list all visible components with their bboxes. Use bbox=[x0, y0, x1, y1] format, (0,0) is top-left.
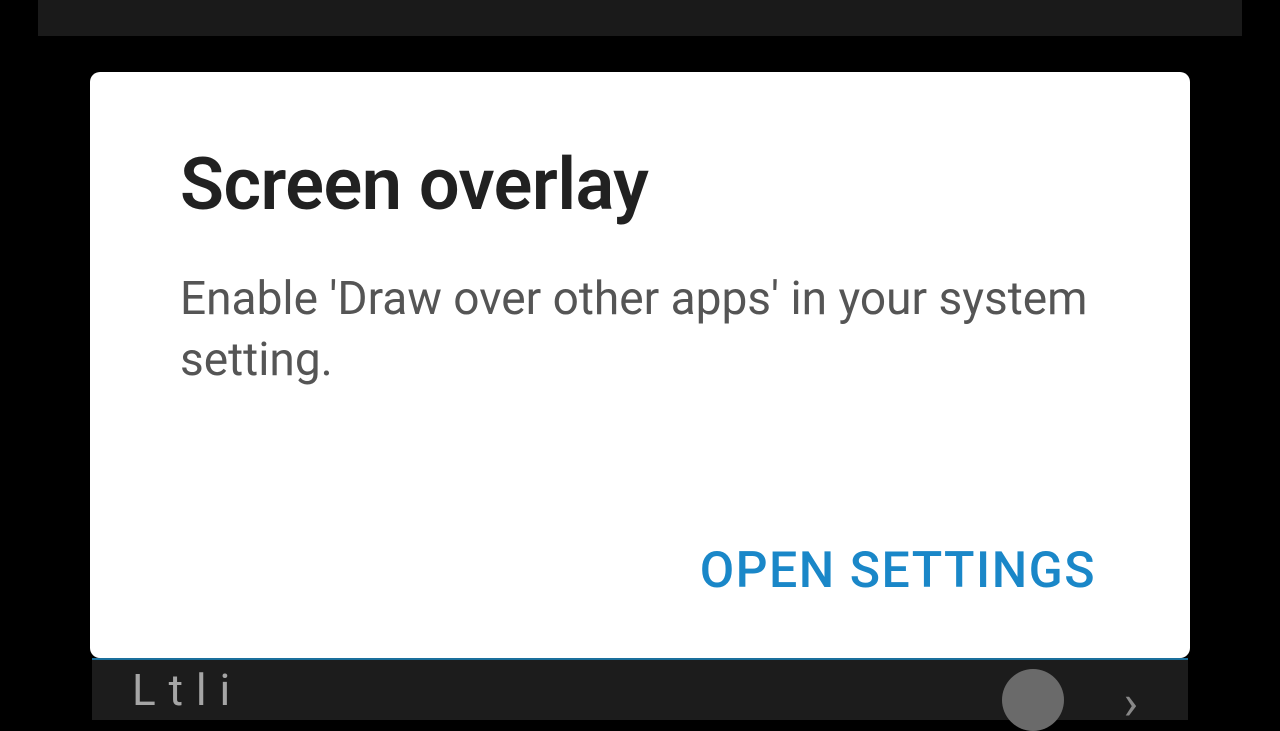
dialog-message: Enable 'Draw over other apps' in your sy… bbox=[180, 269, 1100, 504]
open-settings-button[interactable]: OPEN SETTINGS bbox=[696, 534, 1100, 608]
dialog-actions: OPEN SETTINGS bbox=[180, 534, 1100, 608]
background-right-controls: › bbox=[1002, 649, 1148, 731]
chevron-right-icon: › bbox=[1124, 674, 1138, 731]
dialog-title: Screen overlay bbox=[180, 142, 1100, 227]
background-bottom-panel: L t l i › bbox=[92, 658, 1188, 720]
screen-overlay-dialog: Screen overlay Enable 'Draw over other a… bbox=[90, 72, 1190, 658]
background-partial-text: L t l i bbox=[132, 664, 231, 716]
background-circle-icon bbox=[1002, 669, 1064, 731]
background-top-panel bbox=[38, 0, 1242, 36]
